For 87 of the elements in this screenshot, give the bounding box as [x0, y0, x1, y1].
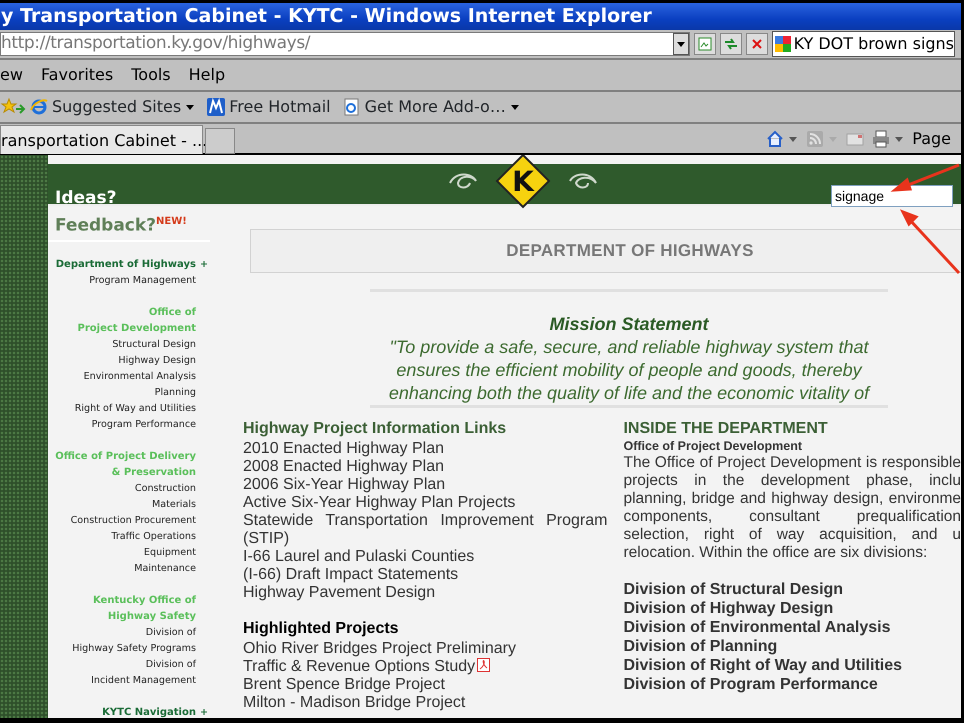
- sidebar-link[interactable]: Structural Design: [48, 337, 196, 353]
- search-field[interactable]: KY DOT brown signs: [772, 31, 956, 57]
- section-heading-link[interactable]: KYTC Navigation: [102, 705, 196, 718]
- page-link[interactable]: Ohio River Bridges Project Preliminary: [243, 640, 608, 658]
- sidebar-link[interactable]: Division of Highway Safety Programs: [48, 625, 196, 657]
- paragraph-line: The Office of Project Development is responsible: [623, 454, 961, 472]
- mission-title: Mission Statement: [548, 313, 710, 336]
- expand-toggle[interactable]: +: [200, 705, 208, 718]
- division-link[interactable]: Division of Highway Design: [623, 599, 961, 618]
- sidebar-link[interactable]: Maintenance: [48, 561, 196, 577]
- toolbar-button[interactable]: Page: [912, 126, 951, 150]
- division-link[interactable]: Division of Right of Way and Utilities: [623, 656, 961, 675]
- division-link[interactable]: Division of Program Performance: [623, 675, 961, 694]
- search-field[interactable]: signage: [831, 185, 953, 207]
- section-heading-link[interactable]: Department of Highways: [56, 257, 196, 273]
- paragraph-line: selection, right of way acquisition, and u: [623, 526, 961, 544]
- division-link[interactable]: Division of Planning: [623, 637, 961, 656]
- refresh-icon: [722, 37, 739, 51]
- sidebar-link[interactable]: Program Management: [48, 273, 196, 289]
- dropdown-button[interactable]: [672, 33, 689, 55]
- page-link[interactable]: 2006 Six-Year Highway Plan: [243, 476, 608, 494]
- subheading: Office of Project Development: [623, 438, 803, 454]
- mission-text-line: enhancing both the quality of life and the economic vitality of: [388, 382, 872, 405]
- favorites-link[interactable]: Suggested Sites: [30, 95, 196, 119]
- paragraph-line: projects in the development phase, inclu: [623, 472, 961, 490]
- paragraph-line: components, consultant prequalification: [623, 508, 961, 526]
- m-logo-icon: [207, 98, 226, 116]
- toolbar-button[interactable]: [766, 130, 798, 148]
- sidebar-link[interactable]: Division of Incident Management: [48, 657, 196, 689]
- page-link[interactable]: Highway Pavement Design: [243, 584, 608, 602]
- section-heading: INSIDE THE DEPARTMENT: [623, 420, 829, 438]
- sidebar-link[interactable]: Highway Design: [48, 353, 196, 369]
- division-link[interactable]: Division of Environmental Analysis: [623, 618, 961, 637]
- division-link[interactable]: Division of Structural Design: [623, 580, 961, 599]
- feedback-link[interactable]: Feedback?: [55, 216, 156, 236]
- ideas-link[interactable]: Ideas?: [55, 187, 248, 210]
- sidebar-link[interactable]: Construction: [48, 481, 196, 497]
- section-heading: Highway Project Information Links: [243, 420, 508, 438]
- caret-icon[interactable]: [510, 103, 520, 111]
- compatibility-button[interactable]: [694, 33, 716, 55]
- paragraph-line: planning, bridge and highway design, environme: [623, 490, 961, 508]
- page-icon: [698, 37, 712, 51]
- close-icon: [750, 38, 763, 50]
- feed-icon: [806, 130, 824, 148]
- page-link[interactable]: Statewide Transportation Improvement Program (STIP): [243, 512, 608, 548]
- sidebar-link[interactable]: Program Performance: [48, 417, 196, 433]
- menu-item[interactable]: ew: [0, 63, 23, 87]
- home-icon: [766, 130, 784, 148]
- paragraph-line: relocation. Within the office are six divisions:: [623, 544, 928, 562]
- address-field[interactable]: http://transportation.ky.gov/highways/: [0, 32, 690, 56]
- favorites-link[interactable]: Free Hotmail: [207, 95, 331, 119]
- page-heading: DEPARTMENT OF HIGHWAYS: [250, 229, 961, 273]
- page-link[interactable]: I-66 Laurel and Pulaski Counties: [243, 548, 608, 566]
- caret-icon[interactable]: [185, 103, 196, 111]
- window-title: y Transportation Cabinet - KYTC - Windows Internet Explorer: [0, 3, 961, 30]
- expand-toggle[interactable]: +: [200, 257, 208, 273]
- sidebar-link[interactable]: Materials: [48, 497, 196, 513]
- printer-icon: [872, 130, 890, 148]
- logo-drawing: K: [448, 155, 598, 209]
- page-link[interactable]: (I-66) Draft Impact Statements: [243, 566, 608, 584]
- sidebar-link[interactable]: Planning: [48, 385, 196, 401]
- mission-text-line: ensures the efficient mobility of people and goods, thereby: [395, 359, 864, 382]
- globe-e-icon: [30, 98, 48, 116]
- page-link[interactable]: 2010 Enacted Highway Plan: [243, 440, 608, 458]
- sidebar-link[interactable]: Environmental Analysis: [48, 369, 196, 385]
- page-link[interactable]: Milton - Madison Bridge Project: [243, 694, 608, 712]
- menu-item[interactable]: Tools: [131, 63, 171, 87]
- sidebar-link[interactable]: Construction Procurement: [48, 513, 196, 529]
- toolbar-button[interactable]: [872, 130, 904, 148]
- menu-item[interactable]: Help: [188, 63, 226, 87]
- stop-button[interactable]: [746, 33, 768, 55]
- page-link[interactable]: Traffic & Revenue Options Study: [243, 658, 608, 676]
- page-link[interactable]: Brent Spence Bridge Project: [243, 676, 608, 694]
- mission-text-line: "To provide a safe, secure, and reliable highway system that: [388, 336, 870, 359]
- sidebar-link[interactable]: Traffic Operations: [48, 529, 196, 545]
- page-link[interactable]: Active Six-Year Highway Plan Projects: [243, 494, 608, 512]
- new-tab-button[interactable]: [205, 128, 235, 154]
- menu-item[interactable]: Favorites: [40, 63, 114, 87]
- new-label: NEW!: [156, 216, 187, 227]
- section-heading: Highlighted Projects: [243, 620, 400, 638]
- colored-squares-icon: [774, 36, 791, 52]
- refresh-button[interactable]: [720, 33, 742, 55]
- page-icon: [342, 98, 361, 116]
- sidebar-link[interactable]: Equipment: [48, 545, 196, 561]
- page-link[interactable]: 2008 Enacted Highway Plan: [243, 458, 608, 476]
- sidebar-link[interactable]: Right of Way and Utilities: [48, 401, 196, 417]
- favorites-link[interactable]: Get More Add-o…: [342, 95, 520, 119]
